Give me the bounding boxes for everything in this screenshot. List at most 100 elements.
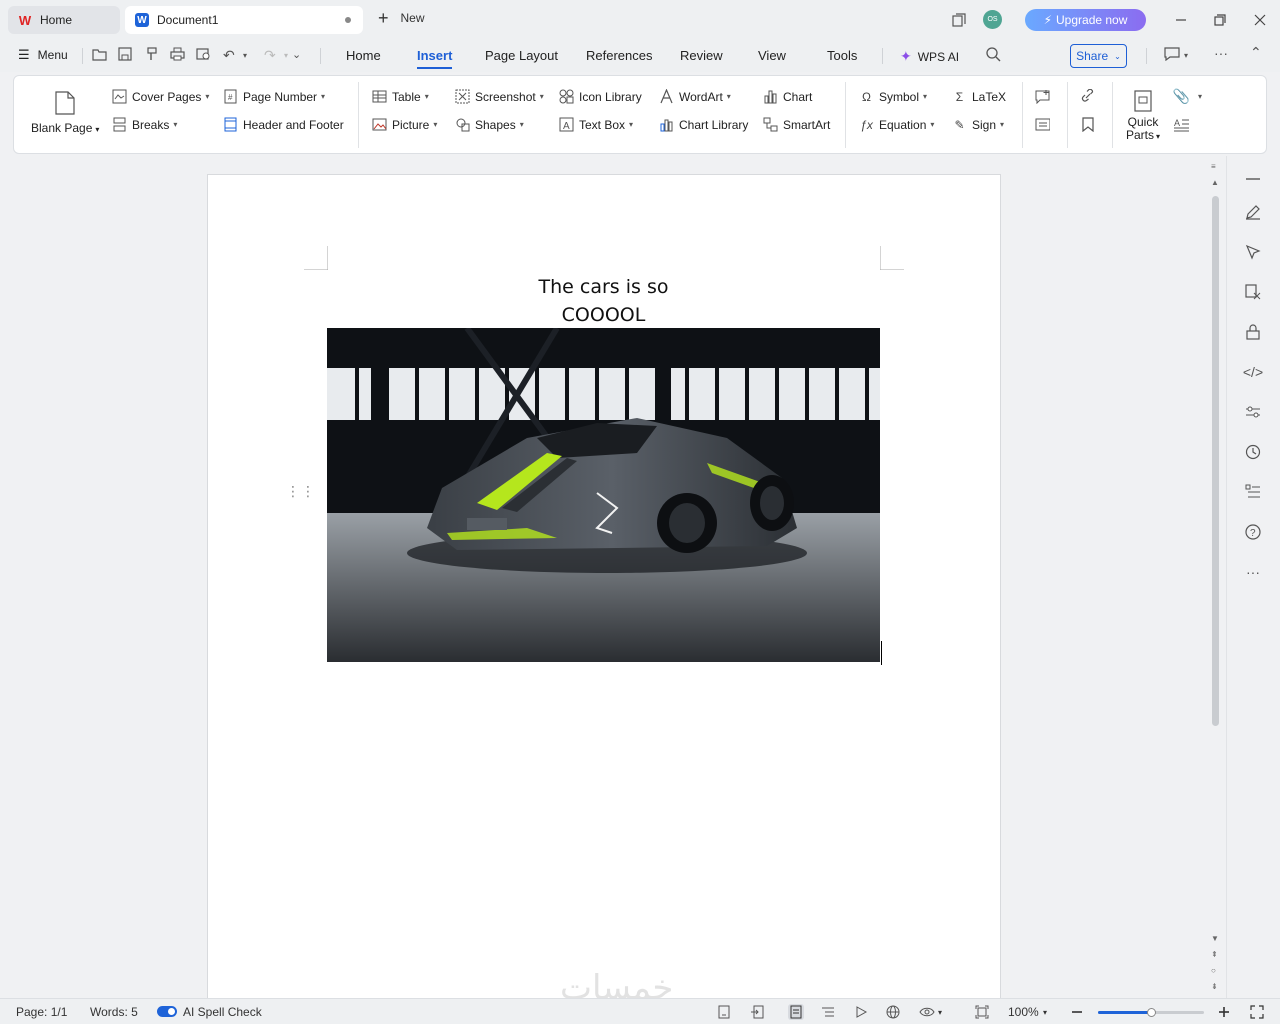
lock-icon[interactable]: [1242, 321, 1264, 343]
tab-tools[interactable]: Tools: [827, 48, 857, 63]
page-number-button[interactable]: # Page Number ▾: [223, 89, 325, 104]
picture-button[interactable]: Picture ▾: [372, 117, 437, 132]
share-button[interactable]: Share ⌄: [1070, 44, 1127, 68]
customize-chevron-down-icon[interactable]: ⌄: [292, 48, 301, 61]
fit-page-icon[interactable]: [974, 1004, 990, 1020]
zoom-level[interactable]: 100%: [1008, 1005, 1039, 1019]
equation-button[interactable]: ƒx Equation ▾: [859, 117, 934, 132]
document-text[interactable]: The cars is so COOOOL: [327, 273, 880, 329]
close-icon[interactable]: [1250, 10, 1270, 30]
word-count[interactable]: Words: 5: [90, 1005, 138, 1019]
window-switch-icon[interactable]: [949, 10, 969, 30]
new-tab-button[interactable]: + New: [378, 9, 425, 27]
select-cursor-icon[interactable]: [1242, 241, 1264, 263]
car-image[interactable]: [327, 328, 880, 662]
table-button[interactable]: Table ▾: [372, 89, 429, 104]
print-preview-icon[interactable]: [196, 47, 211, 64]
screenshot-button[interactable]: Screenshot ▾: [455, 89, 544, 104]
redo-icon[interactable]: ↷: [264, 47, 276, 64]
sliders-settings-icon[interactable]: [1242, 401, 1264, 423]
restore-icon[interactable]: [1210, 10, 1230, 30]
wps-ai-button[interactable]: ✦ WPS AI: [900, 48, 959, 65]
text-box-button[interactable]: A Text Box ▾: [559, 117, 633, 132]
scroll-down-arrow-icon[interactable]: ▼: [1211, 934, 1219, 943]
wordart-button[interactable]: WordArt ▾: [659, 89, 731, 104]
undo-dropdown-icon[interactable]: ▾: [243, 51, 247, 60]
breaks-button[interactable]: Breaks ▾: [112, 117, 177, 132]
page-count[interactable]: Page: 1/1: [16, 1005, 67, 1019]
zoom-in-icon[interactable]: [1216, 1004, 1232, 1020]
scroll-up-arrow-icon[interactable]: ▲: [1211, 178, 1219, 187]
quick-parts-button[interactable]: Quick Parts ▾: [1126, 90, 1160, 143]
attachment-button[interactable]: 📎 ▾: [1173, 88, 1202, 104]
shapes-button[interactable]: Shapes ▾: [455, 117, 524, 132]
sign-button[interactable]: ✎ Sign ▾: [952, 117, 1004, 132]
previous-page-icon[interactable]: ⇞: [1211, 950, 1218, 959]
smartart-button[interactable]: SmartArt: [763, 117, 830, 132]
vertical-scrollbar[interactable]: ≡ ▲ ▼ ⇞ ○ ⇟: [1208, 156, 1226, 998]
blank-page-button[interactable]: Blank Page ▾: [31, 91, 99, 135]
pencil-edit-icon[interactable]: [1242, 201, 1264, 223]
play-icon[interactable]: [853, 1004, 869, 1020]
scroll-split-icon[interactable]: ≡: [1211, 162, 1216, 171]
latex-button[interactable]: Σ LaTeX: [952, 89, 1006, 104]
zoom-slider[interactable]: [1098, 1008, 1204, 1017]
tab-page-layout[interactable]: Page Layout: [485, 48, 558, 63]
chart-button[interactable]: Chart: [763, 89, 812, 104]
zoom-dropdown-icon[interactable]: ▾: [1043, 1008, 1047, 1017]
upgrade-now-button[interactable]: ⚡ Upgrade now: [1025, 9, 1146, 31]
cover-pages-button[interactable]: Cover Pages ▾: [112, 89, 209, 104]
tab-document[interactable]: W Document1: [125, 6, 363, 34]
icon-library-button[interactable]: Icon Library: [559, 89, 642, 104]
save-icon[interactable]: [118, 47, 132, 64]
tab-home-ribbon[interactable]: Home: [346, 48, 381, 63]
outline-view-icon[interactable]: [820, 1004, 836, 1020]
menu-button[interactable]: ☰ Menu: [18, 47, 68, 63]
field-button[interactable]: [1035, 117, 1055, 132]
doc-info-icon[interactable]: [716, 1004, 732, 1020]
help-icon[interactable]: ?: [1242, 521, 1264, 543]
tab-references[interactable]: References: [586, 48, 652, 63]
tab-home[interactable]: W Home: [8, 6, 120, 34]
zoom-out-icon[interactable]: [1069, 1004, 1085, 1020]
web-view-globe-icon[interactable]: [885, 1004, 901, 1020]
spell-check-toggle[interactable]: [157, 1006, 177, 1017]
history-icon[interactable]: [1242, 441, 1264, 463]
header-footer-button[interactable]: Header and Footer: [223, 117, 344, 132]
collapse-ribbon-chevron-up-icon[interactable]: ⌃: [1250, 44, 1262, 61]
tab-review[interactable]: Review: [680, 48, 723, 63]
tab-view[interactable]: View: [758, 48, 786, 63]
outline-navigation-icon[interactable]: [1242, 481, 1264, 503]
symbol-button[interactable]: Ω Symbol ▾: [859, 89, 927, 104]
hyperlink-button[interactable]: [1080, 89, 1100, 104]
comment-insert-button[interactable]: [1035, 89, 1055, 104]
next-page-icon[interactable]: ⇟: [1211, 982, 1218, 991]
format-painter-icon[interactable]: [144, 47, 158, 64]
undo-icon[interactable]: ↶: [223, 47, 235, 64]
chart-library-button[interactable]: Chart Library: [659, 117, 748, 132]
drag-handle-icon[interactable]: ⋮⋮: [286, 484, 316, 498]
page-view-icon[interactable]: [788, 1004, 804, 1020]
tab-insert[interactable]: Insert: [417, 48, 453, 69]
drop-cap-button[interactable]: A: [1174, 117, 1194, 132]
minimize-icon[interactable]: [1171, 10, 1191, 30]
scrollbar-thumb[interactable]: [1212, 196, 1219, 726]
more-options-icon[interactable]: ···: [1242, 561, 1264, 583]
more-icon[interactable]: ···: [1214, 45, 1228, 61]
code-icon[interactable]: </>: [1242, 361, 1264, 383]
comment-icon[interactable]: [1164, 47, 1180, 64]
unsaved-dot-icon[interactable]: [345, 17, 351, 23]
search-icon[interactable]: [986, 47, 1001, 65]
bookmark-button[interactable]: [1080, 117, 1100, 132]
zoom-slider-knob[interactable]: [1147, 1008, 1156, 1017]
fullscreen-icon[interactable]: [1249, 1004, 1265, 1020]
eye-dropdown-icon[interactable]: ▾: [938, 1008, 942, 1017]
eye-protection-icon[interactable]: [919, 1004, 935, 1020]
avatar[interactable]: OS: [983, 10, 1002, 29]
comment-dropdown-icon[interactable]: ▾: [1184, 51, 1188, 60]
convert-doc-icon[interactable]: [1242, 281, 1264, 303]
open-folder-icon[interactable]: [92, 47, 107, 64]
redo-dropdown-icon[interactable]: ▾: [284, 51, 288, 60]
select-browse-object-icon[interactable]: ○: [1211, 966, 1216, 975]
export-icon[interactable]: [750, 1004, 766, 1020]
